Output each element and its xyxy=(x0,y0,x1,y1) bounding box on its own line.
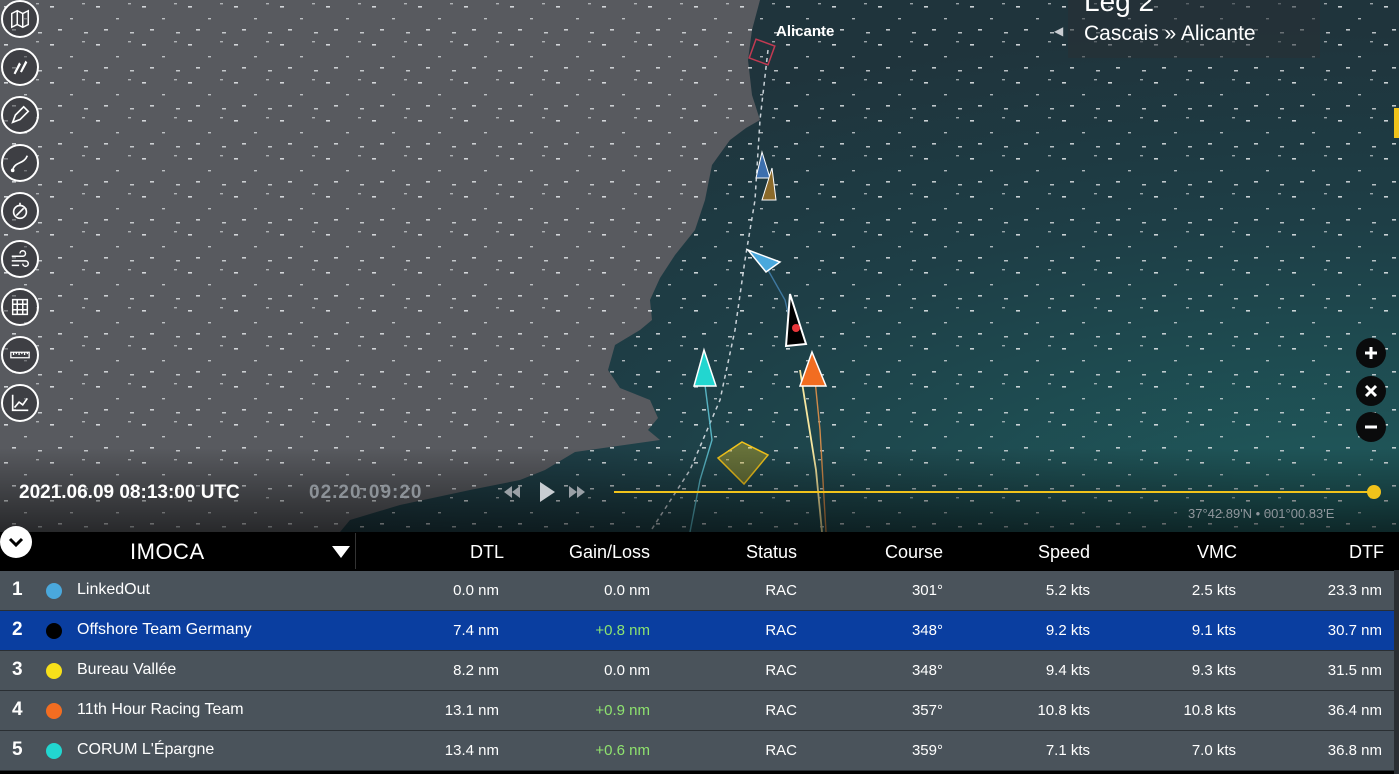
gain-loss-value: 0.0 nm xyxy=(604,582,650,599)
vmc-value: 9.3 kts xyxy=(1191,662,1236,679)
boat-name: LinkedOut xyxy=(77,581,150,598)
race-map[interactable]: ◀ Leg 2 Cascais » Alicante Alicante 2021… xyxy=(0,0,1399,532)
zoom-out-button[interactable] xyxy=(1356,412,1386,442)
boat-name: Offshore Team Germany xyxy=(77,621,252,638)
table-row[interactable]: 5 CORUM L'Épargne 13.4 nm +0.6 nm RAC 35… xyxy=(0,731,1394,771)
zoom-in-button[interactable] xyxy=(1356,338,1386,368)
boat-name: CORUM L'Épargne xyxy=(77,741,215,758)
column-dtl[interactable]: DTL xyxy=(470,542,504,563)
column-dtf[interactable]: DTF xyxy=(1349,542,1384,563)
dtf-value: 23.3 nm xyxy=(1327,582,1382,599)
ranking-table: IMOCA DTL Gain/Loss Status Course Speed … xyxy=(0,526,1399,774)
dtf-value: 36.4 nm xyxy=(1327,702,1382,719)
boats-icon[interactable] xyxy=(1,48,39,86)
status-value: RAC xyxy=(765,742,797,759)
course-value: 359° xyxy=(911,742,943,759)
chart-icon[interactable] xyxy=(1,384,39,422)
timeline-datetime: 2021.06.09 08:13:00 UTC xyxy=(19,482,240,503)
speed-value: 9.2 kts xyxy=(1045,622,1090,639)
dtf-value: 30.7 nm xyxy=(1327,622,1382,639)
table-header: IMOCA DTL Gain/Loss Status Course Speed … xyxy=(0,526,1399,570)
finish-label: Alicante xyxy=(776,23,835,40)
vmc-value: 10.8 kts xyxy=(1183,702,1236,719)
speed-value: 10.8 kts xyxy=(1037,702,1090,719)
grid-icon[interactable] xyxy=(1,288,39,326)
dtl-value: 7.4 nm xyxy=(453,622,499,639)
course-value: 301° xyxy=(911,582,943,599)
map-icon[interactable] xyxy=(1,0,39,38)
gain-loss-value: +0.9 nm xyxy=(595,702,650,719)
collapse-button[interactable] xyxy=(0,526,32,558)
status-value: RAC xyxy=(765,702,797,719)
speed-value: 9.4 kts xyxy=(1045,662,1090,679)
course-value: 348° xyxy=(911,662,943,679)
leg-route: Cascais » Alicante xyxy=(1084,22,1256,45)
vmc-value: 2.5 kts xyxy=(1191,582,1236,599)
rewind-icon[interactable] xyxy=(503,482,521,502)
course-value: 348° xyxy=(911,622,943,639)
rank: 4 xyxy=(12,699,23,720)
dtl-value: 0.0 nm xyxy=(453,582,499,599)
boat-color-dot xyxy=(46,623,62,639)
class-selector[interactable]: IMOCA xyxy=(40,533,356,569)
gain-loss-value: 0.0 nm xyxy=(604,662,650,679)
status-value: RAC xyxy=(765,622,797,639)
rank: 5 xyxy=(12,739,23,760)
rank: 1 xyxy=(12,579,23,600)
table-row[interactable]: 1 LinkedOut 0.0 nm 0.0 nm RAC 301° 5.2 k… xyxy=(0,571,1394,611)
play-icon[interactable] xyxy=(538,480,556,504)
column-gain-loss[interactable]: Gain/Loss xyxy=(569,542,650,563)
boat-color-dot xyxy=(46,743,62,759)
boat-color-dot xyxy=(46,583,62,599)
table-scrollbar[interactable] xyxy=(1394,570,1399,774)
boat-color-dot xyxy=(46,663,62,679)
dtl-value: 13.4 nm xyxy=(444,742,499,759)
boat-name: 11th Hour Racing Team xyxy=(77,701,244,718)
column-course[interactable]: Course xyxy=(885,542,943,563)
dtl-value: 13.1 nm xyxy=(444,702,499,719)
gain-loss-value: +0.8 nm xyxy=(595,622,650,639)
chevron-down-icon xyxy=(8,537,24,548)
table-row[interactable]: 2 Offshore Team Germany 7.4 nm +0.8 nm R… xyxy=(0,611,1394,651)
gain-loss-value: +0.6 nm xyxy=(595,742,650,759)
dtf-value: 36.8 nm xyxy=(1327,742,1382,759)
table-row[interactable]: 3 Bureau Vallée 8.2 nm 0.0 nm RAC 348° 9… xyxy=(0,651,1394,691)
minus-icon xyxy=(1365,425,1377,429)
leg-title: Leg 2 xyxy=(1084,0,1155,17)
timeline-slider[interactable] xyxy=(614,491,1374,493)
ruler-icon[interactable] xyxy=(1,336,39,374)
boat-color-dot xyxy=(46,703,62,719)
vmc-value: 9.1 kts xyxy=(1191,622,1236,639)
side-tab[interactable] xyxy=(1394,108,1399,138)
status-value: RAC xyxy=(765,662,797,679)
close-icon xyxy=(1364,384,1378,398)
column-speed[interactable]: Speed xyxy=(1038,542,1090,563)
leg-prev-icon[interactable]: ◀ xyxy=(1054,24,1063,38)
column-status[interactable]: Status xyxy=(746,542,797,563)
plus-icon xyxy=(1365,347,1377,359)
status-value: RAC xyxy=(765,582,797,599)
speed-value: 7.1 kts xyxy=(1045,742,1090,759)
column-vmc[interactable]: VMC xyxy=(1197,542,1237,563)
dtl-value: 8.2 nm xyxy=(453,662,499,679)
vmc-value: 7.0 kts xyxy=(1191,742,1236,759)
speed-value: 5.2 kts xyxy=(1045,582,1090,599)
dropdown-arrow-icon xyxy=(332,546,350,558)
compass-icon[interactable] xyxy=(1,192,39,230)
timeline-handle[interactable] xyxy=(1367,485,1381,499)
route-icon[interactable] xyxy=(1,144,39,182)
reset-zoom-button[interactable] xyxy=(1356,376,1386,406)
course-value: 357° xyxy=(911,702,943,719)
pencil-icon[interactable] xyxy=(1,96,39,134)
cursor-coordinates: 37°42.89'N • 001°00.83'E xyxy=(1188,506,1335,521)
rank: 3 xyxy=(12,659,23,680)
class-label: IMOCA xyxy=(130,539,205,564)
table-row[interactable]: 4 11th Hour Racing Team 13.1 nm +0.9 nm … xyxy=(0,691,1394,731)
fast-forward-icon[interactable] xyxy=(568,482,586,502)
wind-icon[interactable] xyxy=(1,240,39,278)
dtf-value: 31.5 nm xyxy=(1327,662,1382,679)
rank: 2 xyxy=(12,619,23,640)
boat-name: Bureau Vallée xyxy=(77,661,177,678)
elapsed-time: 02.20:09:20 xyxy=(309,482,423,503)
